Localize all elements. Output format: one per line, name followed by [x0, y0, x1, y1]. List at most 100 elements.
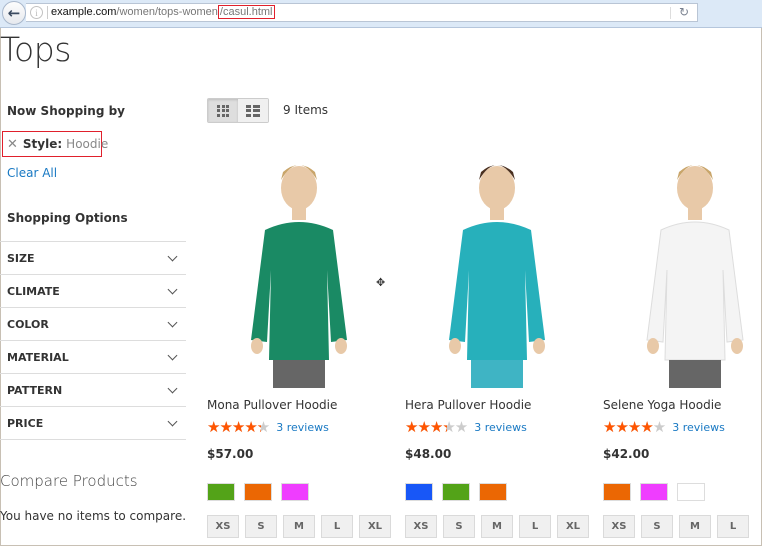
product-rating: ★★★★★★★★★★ 3 reviews — [207, 420, 329, 435]
color-swatch[interactable] — [677, 483, 705, 501]
url-path: /women/tops-women — [116, 6, 218, 18]
filter-option-label: CLIMATE — [7, 284, 60, 298]
color-swatch[interactable] — [603, 483, 631, 501]
size-option[interactable]: XS — [207, 515, 239, 538]
product-name[interactable]: Mona Pullover Hoodie — [207, 398, 337, 412]
color-swatch[interactable] — [244, 483, 272, 501]
product-photo — [251, 165, 347, 388]
size-option[interactable]: M — [283, 515, 315, 538]
chevron-down-icon — [167, 251, 178, 261]
size-option[interactable]: XL — [359, 515, 391, 538]
star-icons-filled: ★★★★★ — [207, 420, 261, 435]
back-arrow-icon: ← — [7, 4, 21, 22]
size-option[interactable]: XS — [603, 515, 635, 538]
product-price: $48.00 — [405, 447, 452, 461]
product-rating: ★★★★★★★★★★ 3 reviews — [405, 420, 527, 435]
compare-heading: Compare Products — [0, 472, 138, 490]
size-option[interactable]: L — [717, 515, 749, 538]
product-image[interactable] — [405, 150, 590, 388]
filter-value: Hoodie — [66, 137, 109, 151]
product-card: Selene Yoga Hoodie ★★★★★★★★★★ 3 reviews … — [603, 150, 762, 538]
product-photo — [646, 165, 744, 388]
filter-options: SIZE CLIMATE COLOR MATERIAL PATTERN PRIC… — [0, 241, 186, 440]
address-bar[interactable]: i example.com/women/tops-women/casul.htm… — [26, 3, 698, 22]
shopping-options-heading: Shopping Options — [7, 211, 128, 225]
now-shopping-heading: Now Shopping by — [7, 104, 125, 118]
filter-option-climate[interactable]: CLIMATE — [0, 275, 186, 308]
filter-option-pattern[interactable]: PATTERN — [0, 374, 186, 407]
size-option[interactable]: S — [443, 515, 475, 538]
reload-separator — [670, 7, 671, 19]
filter-option-size[interactable]: SIZE — [0, 242, 186, 275]
color-swatches — [603, 483, 705, 501]
rating-stars: ★★★★★★★★★★ — [207, 420, 270, 435]
size-option[interactable]: XS — [405, 515, 437, 538]
color-swatch[interactable] — [479, 483, 507, 501]
url-separator — [47, 6, 48, 19]
items-count: 9 Items — [283, 103, 329, 117]
page-title: Tops — [0, 30, 71, 69]
size-options: XS S M L — [603, 515, 749, 538]
list-view-button[interactable] — [238, 99, 268, 122]
info-icon[interactable]: i — [30, 6, 43, 19]
product-name[interactable]: Selene Yoga Hoodie — [603, 398, 721, 412]
product-card: Mona Pullover Hoodie ★★★★★★★★★★ 3 review… — [207, 150, 392, 538]
back-button[interactable]: ← — [2, 1, 26, 25]
reviews-link[interactable]: 3 reviews — [276, 421, 329, 434]
filter-option-label: PATTERN — [7, 383, 63, 397]
color-swatches — [405, 483, 507, 501]
product-image[interactable] — [207, 150, 392, 388]
url-text: example.com/women/tops-women/casul.html — [51, 5, 275, 20]
filter-option-price[interactable]: PRICE — [0, 407, 186, 440]
star-icons-filled: ★★★★★ — [405, 420, 447, 435]
size-options: XS S M L XL — [207, 515, 391, 538]
product-image[interactable] — [603, 150, 762, 388]
grid-icon — [217, 104, 229, 117]
compare-empty-text: You have no items to compare. — [0, 509, 187, 523]
chevron-down-icon — [167, 317, 178, 327]
move-cursor-icon: ✥ — [376, 276, 386, 289]
size-option[interactable]: L — [519, 515, 551, 538]
product-card: Hera Pullover Hoodie ★★★★★★★★★★ 3 review… — [405, 150, 590, 538]
color-swatch[interactable] — [405, 483, 433, 501]
size-options: XS S M L XL — [405, 515, 589, 538]
url-host: example.com — [51, 6, 117, 18]
product-price: $42.00 — [603, 447, 650, 461]
clear-all-link[interactable]: Clear All — [7, 166, 57, 180]
filter-option-label: MATERIAL — [7, 350, 69, 364]
filter-option-color[interactable]: COLOR — [0, 308, 186, 341]
filter-option-label: PRICE — [7, 416, 44, 430]
color-swatch[interactable] — [640, 483, 668, 501]
size-option[interactable]: XL — [557, 515, 589, 538]
reload-icon[interactable]: ↻ — [679, 5, 689, 19]
grid-view-button[interactable] — [208, 99, 238, 122]
list-icon — [246, 104, 260, 117]
color-swatches — [207, 483, 309, 501]
size-option[interactable]: L — [321, 515, 353, 538]
product-rating: ★★★★★★★★★★ 3 reviews — [603, 420, 725, 435]
color-swatch[interactable] — [281, 483, 309, 501]
size-option[interactable]: M — [679, 515, 711, 538]
size-option[interactable]: S — [641, 515, 673, 538]
rating-stars: ★★★★★★★★★★ — [603, 420, 666, 435]
reviews-link[interactable]: 3 reviews — [672, 421, 725, 434]
filter-option-material[interactable]: MATERIAL — [0, 341, 186, 374]
browser-toolbar: ← i example.com/women/tops-women/casul.h… — [0, 0, 762, 28]
remove-filter-icon[interactable]: ✕ — [7, 137, 18, 152]
chevron-down-icon — [167, 383, 178, 393]
star-icons-filled: ★★★★★ — [603, 420, 653, 435]
active-filter: ✕ Style: Hoodie — [2, 131, 108, 157]
product-photo — [449, 165, 545, 388]
color-swatch[interactable] — [442, 483, 470, 501]
chevron-down-icon — [167, 416, 178, 426]
filter-option-label: COLOR — [7, 317, 49, 331]
chevron-down-icon — [167, 284, 178, 294]
size-option[interactable]: M — [481, 515, 513, 538]
rating-stars: ★★★★★★★★★★ — [405, 420, 468, 435]
chevron-down-icon — [167, 350, 178, 360]
color-swatch[interactable] — [207, 483, 235, 501]
product-name[interactable]: Hera Pullover Hoodie — [405, 398, 531, 412]
reviews-link[interactable]: 3 reviews — [474, 421, 527, 434]
url-highlighted-segment: /casul.html — [217, 5, 275, 19]
size-option[interactable]: S — [245, 515, 277, 538]
